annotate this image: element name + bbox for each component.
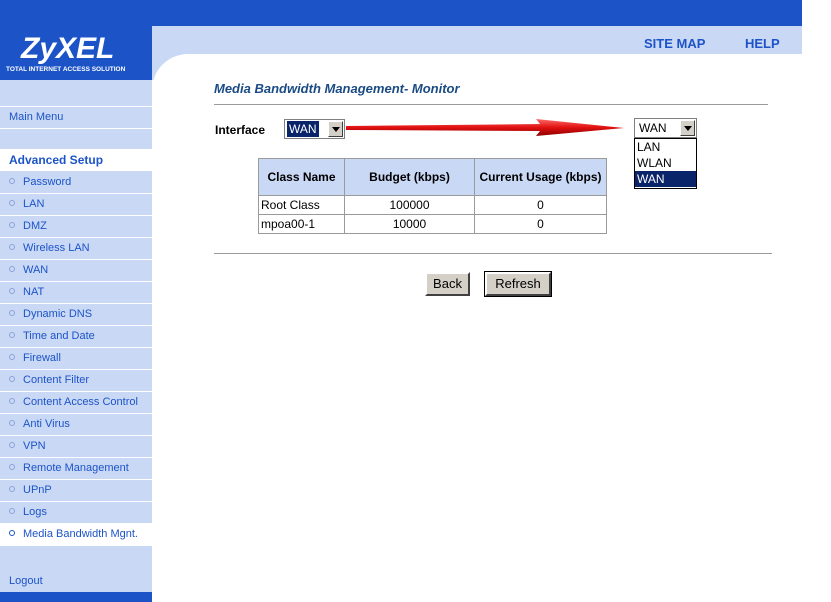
logo: ZyXEL Total Internet Access Solution [0, 26, 152, 80]
sidebar-item-label: Logs [23, 506, 47, 518]
class-name-cell: mpoa00-1 [259, 215, 344, 233]
sidebar-item-label: Firewall [23, 352, 61, 364]
sidebar-item-label: Time and Date [23, 330, 95, 342]
sidebar-item-time-and-date[interactable]: Time and Date [0, 326, 152, 348]
sidebar-item-firewall[interactable]: Firewall [0, 348, 152, 370]
red-arrow-icon [346, 119, 624, 136]
radio-bullet-icon [9, 332, 15, 338]
radio-bullet-icon [9, 288, 15, 294]
interface-label: Interface [215, 123, 266, 137]
budget-cell: 100000 [345, 196, 474, 214]
chevron-down-icon[interactable] [680, 120, 695, 136]
sidebar-item-password[interactable]: Password [0, 172, 152, 194]
class-name-cell: Root Class [259, 196, 344, 214]
budget-cell: 10000 [345, 215, 474, 233]
sidebar-item-content-access-control[interactable]: Content Access Control [0, 392, 152, 414]
sidebar-item-label: Anti Virus [23, 418, 70, 430]
interface-select-value: WAN [287, 121, 319, 137]
radio-bullet-icon [9, 508, 15, 514]
sidebar-item-wan[interactable]: WAN [0, 260, 152, 282]
back-button[interactable]: Back [425, 272, 470, 296]
column-header-current-usage: Current Usage (kbps) [475, 159, 606, 195]
sidebar-item-label: WAN [23, 264, 49, 276]
interface-select-expanded[interactable]: WAN [634, 118, 697, 138]
radio-bullet-icon [9, 222, 15, 228]
current-usage-cell: 0 [475, 196, 606, 214]
radio-bullet-icon [9, 244, 15, 250]
sidebar-item-dynamic-dns[interactable]: Dynamic DNS [0, 304, 152, 326]
sidebar-item-label: Content Access Control [23, 396, 138, 408]
sidebar-item-label: VPN [23, 440, 46, 452]
sidebar-item-label: Media Bandwidth Mgnt. [23, 528, 138, 540]
divider [214, 253, 772, 254]
dropdown-option-lan[interactable]: LAN [635, 139, 696, 155]
sidebar-item-label: Password [23, 176, 72, 188]
sidebar-item-media-bandwidth-mgnt[interactable]: Media Bandwidth Mgnt. [0, 524, 152, 546]
sidebar-item-remote-management[interactable]: Remote Management [0, 458, 152, 480]
current-usage-cell: 0 [475, 215, 606, 233]
interface-dropdown-list: LAN WLAN WAN [634, 138, 697, 189]
radio-bullet-icon [9, 200, 15, 206]
sidebar-item-main-menu[interactable]: Main Menu [0, 107, 152, 129]
sidebar-item-logout[interactable]: Logout [0, 570, 152, 592]
sidebar-item-label: Content Filter [23, 374, 90, 386]
table-row: Root Class 100000 0 [259, 196, 606, 214]
sidebar-item-label: Remote Management [23, 462, 129, 474]
dropdown-option-wan[interactable]: WAN [635, 171, 696, 187]
interface-select[interactable]: WAN [284, 119, 345, 139]
sidebar-item-content-filter[interactable]: Content Filter [0, 370, 152, 392]
column-header-budget: Budget (kbps) [345, 159, 474, 195]
sidebar-item-anti-virus[interactable]: Anti Virus [0, 414, 152, 436]
radio-bullet-icon [9, 354, 15, 360]
radio-bullet-icon [9, 442, 15, 448]
interface-select-expanded-value: WAN [639, 121, 667, 135]
radio-bullet-icon [9, 398, 15, 404]
radio-bullet-icon [9, 178, 15, 184]
sidebar-item-nat[interactable]: NAT [0, 282, 152, 304]
sidebar-item-label: Dynamic DNS [23, 308, 93, 320]
sidebar: Main Menu Advanced Setup Password LAN DMZ W… [0, 80, 152, 602]
table-row: mpoa00-1 10000 0 [259, 215, 606, 233]
radio-bullet-icon [9, 464, 15, 470]
help-link[interactable]: HELP [745, 36, 780, 51]
radio-bullet-icon [9, 376, 15, 382]
sidebar-item-label: Wireless LAN [23, 242, 90, 254]
sidebar-item-vpn[interactable]: VPN [0, 436, 152, 458]
radio-bullet-icon [9, 266, 15, 272]
sidebar-item-label: LAN [23, 198, 45, 210]
top-banner [0, 0, 802, 26]
refresh-button[interactable]: Refresh [484, 271, 552, 297]
sidebar-item-dmz[interactable]: DMZ [0, 216, 152, 238]
radio-bullet-icon [9, 486, 15, 492]
sidebar-item-wireless-lan[interactable]: Wireless LAN [0, 238, 152, 260]
sidebar-items: Password LAN DMZ Wireless LAN WAN NAT Dynamic … [0, 172, 152, 546]
brand-name: ZyXEL [21, 32, 115, 65]
column-header-class-name: Class Name [259, 159, 344, 195]
bandwidth-table: Class Name Budget (kbps) Current Usage (… [258, 158, 607, 234]
sidebar-item-logs[interactable]: Logs [0, 502, 152, 524]
radio-bullet-icon [9, 420, 15, 426]
sidebar-item-label: NAT [23, 286, 45, 298]
sidebar-section-advanced-setup: Advanced Setup [0, 150, 152, 172]
sidebar-item-lan[interactable]: LAN [0, 194, 152, 216]
page-title: Media Bandwidth Management- Monitor [214, 81, 460, 96]
divider [214, 104, 768, 105]
sidebar-item-label: UPnP [23, 484, 52, 496]
radio-bullet-icon [9, 310, 15, 316]
brand-tagline: Total Internet Access Solution [6, 66, 126, 73]
site-map-link[interactable]: SITE MAP [644, 36, 705, 51]
sidebar-item-upnp[interactable]: UPnP [0, 480, 152, 502]
dropdown-option-wlan[interactable]: WLAN [635, 155, 696, 171]
sidebar-item-label: DMZ [23, 220, 47, 232]
radio-bullet-icon [9, 530, 15, 536]
